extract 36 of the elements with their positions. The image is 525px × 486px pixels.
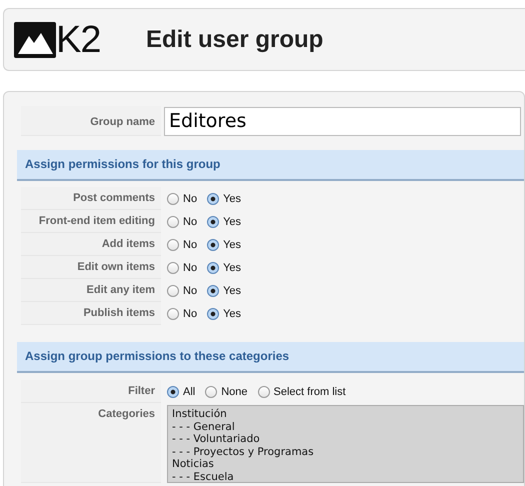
radio-button[interactable] xyxy=(207,284,220,296)
radio-label: Yes xyxy=(223,308,242,320)
logo-text: K2 xyxy=(56,20,100,58)
radio-label: Select from list xyxy=(274,386,346,398)
radio-button[interactable] xyxy=(207,238,220,250)
radio-button[interactable] xyxy=(167,192,179,204)
radio-label: All xyxy=(183,386,196,398)
radio-label: Yes xyxy=(223,192,242,204)
radio-button[interactable] xyxy=(207,192,220,204)
radio-button[interactable] xyxy=(167,238,179,250)
radio-button[interactable] xyxy=(258,386,270,398)
radio-label: No xyxy=(183,308,198,320)
radio-label: None xyxy=(221,386,248,398)
radio-button[interactable] xyxy=(167,308,179,320)
radio-button[interactable] xyxy=(207,262,220,274)
radio-button[interactable] xyxy=(167,216,179,228)
radio-label: Yes xyxy=(223,262,242,274)
radio-button[interactable] xyxy=(207,308,220,320)
radio-button[interactable] xyxy=(167,284,179,296)
radio-label: No xyxy=(183,238,198,250)
radio-button[interactable] xyxy=(207,216,220,228)
radio-label: Yes xyxy=(223,216,242,228)
radio-label: No xyxy=(183,284,198,296)
radio-label: No xyxy=(183,262,198,274)
radio-label: Yes xyxy=(223,238,242,250)
radio-button[interactable] xyxy=(205,386,218,398)
section-heading: Assign group permissions to these categories xyxy=(17,342,524,373)
radio-label: Yes xyxy=(223,284,242,296)
radio-button[interactable] xyxy=(167,386,179,398)
radio-label: No xyxy=(183,216,198,228)
group-name-field[interactable]: Editores xyxy=(164,106,521,136)
mountain-logo-icon xyxy=(14,22,56,58)
radio-label: No xyxy=(183,192,198,204)
page-title: Edit user group xyxy=(146,26,324,54)
radio-button[interactable] xyxy=(167,262,179,274)
section-heading: Assign permissions for this group xyxy=(17,150,524,181)
